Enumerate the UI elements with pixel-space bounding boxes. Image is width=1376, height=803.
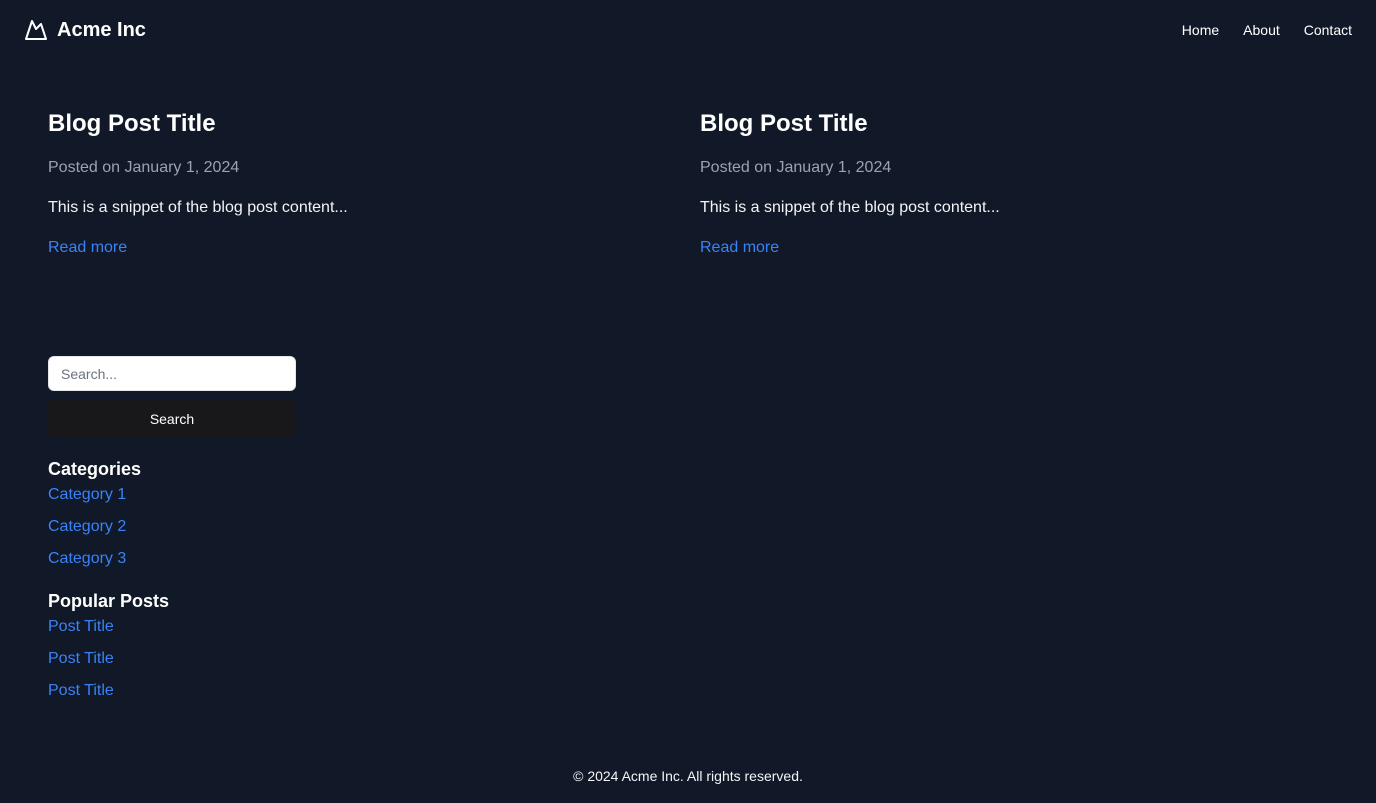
search-button[interactable]: Search [48, 400, 296, 437]
popular-post-link[interactable]: Post Title [48, 650, 114, 667]
mountain-icon [24, 18, 48, 42]
list-item: Post Title [48, 680, 114, 712]
list-item: Post Title [48, 616, 114, 648]
nav-home-link[interactable]: Home [1182, 20, 1219, 40]
site-header: Acme Inc Home About Contact [0, 0, 1376, 60]
site-footer: © 2024 Acme Inc. All rights reserved. [0, 766, 1376, 786]
sidebar: Search Categories Category 1 Category 2 … [48, 356, 296, 699]
main-nav: Home About Contact [1158, 20, 1352, 40]
search-input[interactable] [48, 356, 296, 391]
brand-name: Acme Inc [57, 19, 146, 41]
blog-post-card: Blog Post Title Posted on January 1, 202… [700, 108, 1300, 256]
post-title: Blog Post Title [700, 110, 868, 137]
copyright-text: © 2024 Acme Inc. All rights reserved. [573, 768, 803, 784]
popular-posts-list: Post Title Post Title Post Title [48, 616, 114, 712]
categories-list: Category 1 Category 2 Category 3 [48, 484, 126, 580]
brand-link[interactable]: Acme Inc [24, 18, 146, 42]
list-item: Category 3 [48, 548, 126, 580]
blog-post-card: Blog Post Title Posted on January 1, 202… [48, 108, 648, 256]
read-more-link[interactable]: Read more [700, 238, 779, 258]
nav-about-link[interactable]: About [1243, 20, 1280, 40]
post-title: Blog Post Title [48, 110, 216, 137]
post-date: Posted on January 1, 2024 [48, 159, 240, 176]
categories-heading: Categories [48, 459, 142, 479]
post-snippet: This is a snippet of the blog post conte… [48, 199, 348, 216]
popular-posts-heading: Popular Posts [48, 591, 170, 611]
list-item: Category 2 [48, 516, 126, 548]
read-more-link[interactable]: Read more [48, 238, 127, 258]
category-link[interactable]: Category 3 [48, 550, 126, 567]
nav-contact-link[interactable]: Contact [1304, 20, 1352, 40]
post-snippet: This is a snippet of the blog post conte… [700, 199, 1000, 216]
list-item: Post Title [48, 648, 114, 680]
popular-post-link[interactable]: Post Title [48, 682, 114, 699]
list-item: Category 1 [48, 484, 126, 516]
popular-post-link[interactable]: Post Title [48, 618, 114, 635]
post-date: Posted on January 1, 2024 [700, 159, 892, 176]
category-link[interactable]: Category 2 [48, 518, 126, 535]
category-link[interactable]: Category 1 [48, 486, 126, 503]
